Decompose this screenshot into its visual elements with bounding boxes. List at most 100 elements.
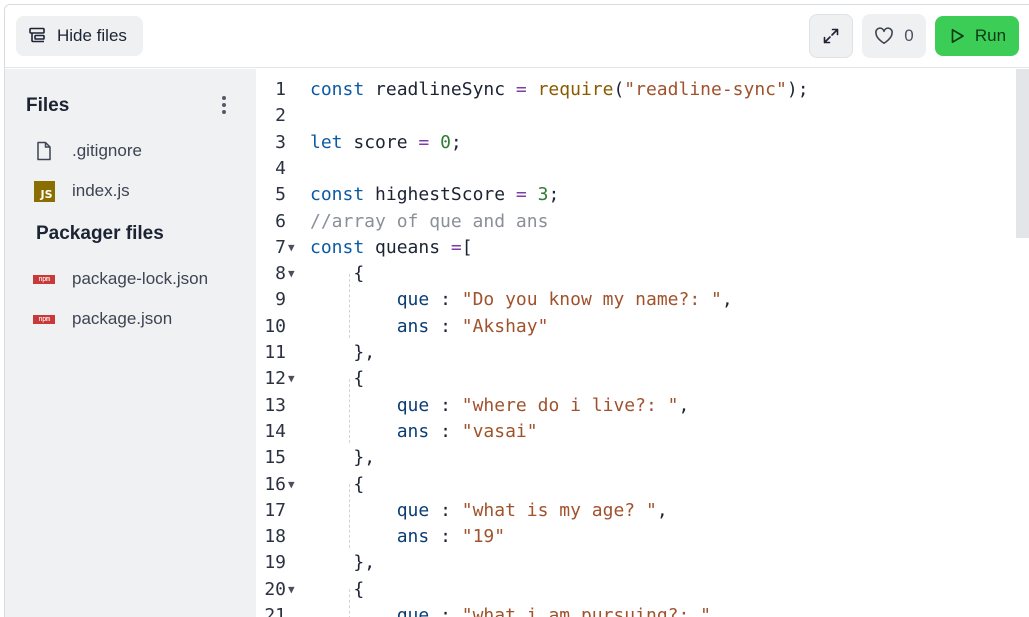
heart-icon [874, 27, 894, 45]
file-sidebar: Files .gitignore JS index.js Packager fi… [5, 69, 256, 617]
fold-arrow-icon[interactable]: ▼ [288, 366, 295, 392]
file-item-gitignore[interactable]: .gitignore [33, 137, 142, 165]
fold-arrow-icon[interactable]: ▼ [288, 472, 295, 498]
line-number: 14 [264, 420, 286, 442]
like-count: 0 [904, 26, 914, 45]
line-number: 13 [264, 394, 286, 416]
code-line: 15}, [256, 445, 1016, 471]
hide-files-label: Hide files [57, 26, 127, 45]
files-menu-icon[interactable] [216, 93, 232, 117]
code-text: que : "what i am pursuing?: ", [396, 605, 722, 617]
line-number: 19 [264, 552, 286, 574]
code-line: 5 const highestScore = 3; [256, 182, 1016, 208]
code-line: 2 [256, 103, 1016, 129]
file-name: package.json [72, 309, 173, 328]
line-number: 9 [275, 289, 286, 311]
line-number: 2 [275, 105, 286, 127]
line-number: 11 [264, 342, 286, 363]
line-number: 3 [275, 131, 286, 153]
code-line: 19}, [256, 550, 1016, 576]
code-text: ans : "vasai" [396, 420, 538, 442]
code-text: ans : "19" [396, 526, 506, 548]
indent-guide [349, 589, 350, 617]
code-text: const highestScore = 3; [310, 184, 560, 206]
code-text: { [353, 368, 365, 390]
line-number: 12 [264, 368, 286, 390]
like-button[interactable]: 0 [862, 14, 926, 58]
app-frame: Hide files 0 Run Files .gitignore JS ind… [4, 4, 1029, 617]
fold-arrow-icon[interactable]: ▼ [288, 235, 295, 261]
code-text: que : "what is my age? ", [396, 499, 668, 521]
code-text: { [353, 473, 365, 495]
fold-arrow-icon[interactable]: ▼ [288, 261, 295, 287]
toolbar: Hide files 0 Run [5, 5, 1029, 68]
line-number: 6 [275, 210, 286, 232]
code-text: { [353, 578, 365, 600]
file-name: index.js [72, 181, 130, 200]
code-line: 18 ans : "19" [256, 524, 1016, 550]
code-text: que : "Do you know my name?: ", [396, 289, 733, 311]
code-line: 7 ▼ const queans =[ [256, 235, 1016, 261]
line-number: 17 [264, 499, 286, 521]
run-label: Run [974, 26, 1007, 45]
play-icon [948, 27, 966, 45]
line-number: 5 [275, 184, 286, 206]
line-number: 15 [264, 447, 286, 469]
file-item-package-lock-json[interactable]: npm package-lock.json [33, 265, 208, 293]
code-text: const readlineSync = require("readline-s… [310, 79, 809, 100]
files-heading: Files [26, 95, 70, 116]
code-line: 17 que : "what is my age? ", [256, 498, 1016, 524]
indent-guide [349, 274, 350, 338]
line-number: 1 [275, 79, 286, 100]
indent-guide [349, 484, 350, 548]
code-line: 8 ▼ { [256, 261, 1016, 287]
code-text: }, [353, 552, 376, 574]
code-line: 16 ▼ { [256, 472, 1016, 498]
fold-arrow-icon[interactable]: ▼ [288, 577, 295, 603]
editor-scrollbar[interactable] [1016, 69, 1029, 238]
file-name: package-lock.json [72, 269, 209, 288]
code-line: 11}, [256, 340, 1016, 366]
line-number: 20 [264, 578, 286, 600]
code-editor[interactable]: 1 const readlineSync = require("readline-… [256, 69, 1029, 617]
code-line: 3 let score = 0; [256, 130, 1016, 156]
indent-guide [349, 379, 350, 443]
code-text: let score = 0; [310, 131, 462, 153]
code-text: ans : "Akshay" [396, 315, 549, 337]
hide-files-button[interactable]: Hide files [16, 16, 143, 56]
sidebar-toggle-icon [27, 26, 47, 46]
code-line: 13 que : "where do i live?: ", [256, 393, 1016, 419]
expand-button[interactable] [809, 14, 853, 58]
code-line: 1 const readlineSync = require("readline-… [256, 77, 1016, 103]
code-text: }, [353, 342, 376, 363]
code-text: { [353, 263, 365, 285]
code-line: 6 //array of que and ans [256, 209, 1016, 235]
code-text: que : "where do i live?: ", [396, 394, 690, 416]
line-number: 8 [275, 263, 286, 285]
code-text: }, [353, 447, 376, 469]
packager-files-heading: Packager files [36, 223, 164, 244]
file-name: .gitignore [72, 141, 142, 160]
line-number: 18 [264, 526, 286, 548]
line-number: 10 [264, 315, 286, 337]
code-line: 21 que : "what i am pursuing?: ", [256, 603, 1016, 617]
code-line: 10 ans : "Akshay" [256, 314, 1016, 340]
line-number: 4 [275, 157, 286, 179]
file-item-package-json[interactable]: npm package.json [33, 305, 172, 333]
code-text: const queans =[ [310, 236, 473, 258]
code-line: 14 ans : "vasai" [256, 419, 1016, 445]
javascript-icon: JS [33, 180, 55, 202]
code-line: 4 [256, 156, 1016, 182]
npm-icon: npm [33, 314, 55, 324]
npm-icon: npm [33, 274, 55, 284]
file-icon [33, 140, 55, 162]
expand-icon [821, 26, 841, 46]
code-line: 9 que : "Do you know my name?: ", [256, 287, 1016, 313]
file-item-index-js[interactable]: JS index.js [33, 177, 130, 205]
line-number: 21 [264, 605, 286, 617]
code-text: //array of que and ans [310, 210, 549, 232]
run-button[interactable]: Run [935, 16, 1019, 56]
line-number: 7 [275, 236, 286, 258]
code-line: 12 ▼ { [256, 366, 1016, 392]
code-line: 20 ▼ { [256, 577, 1016, 603]
